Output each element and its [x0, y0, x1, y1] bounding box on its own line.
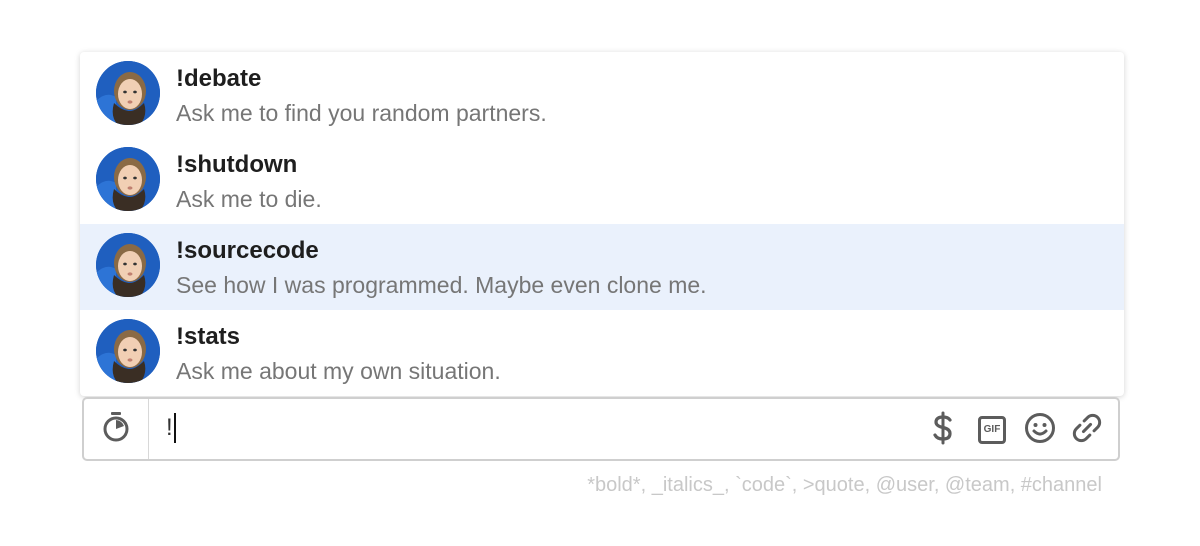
formatting-hint: *bold*, _italics_, `code`, >quote, @user…	[587, 474, 1102, 496]
bot-avatar	[96, 233, 160, 297]
message-input-value: !	[166, 414, 173, 441]
bot-avatar	[96, 61, 160, 125]
command-suggestion-sourcecode[interactable]: !sourcecode See how I was programmed. Ma…	[80, 224, 1124, 310]
command-description: Ask me to find you random partners.	[176, 100, 547, 126]
command-suggestions-popup: !debate Ask me to find you random partne…	[80, 52, 1124, 396]
emoji-button[interactable]	[1023, 412, 1057, 449]
gif-button[interactable]: GIF	[975, 413, 1009, 447]
gif-icon: GIF	[978, 416, 1006, 444]
emoji-icon	[1024, 412, 1056, 449]
stopwatch-icon	[101, 411, 131, 448]
command-name: !shutdown	[176, 151, 298, 178]
message-composer: ! GIF	[82, 397, 1120, 461]
command-name: !debate	[176, 65, 262, 92]
dollar-icon	[931, 411, 955, 450]
command-suggestion-debate[interactable]: !debate Ask me to find you random partne…	[80, 52, 1124, 138]
command-description: See how I was programmed. Maybe even clo…	[176, 272, 707, 298]
command-name: !sourcecode	[176, 237, 319, 264]
exploding-message-button[interactable]	[84, 399, 149, 459]
command-name: !stats	[176, 323, 241, 350]
attach-file-button[interactable]	[1070, 413, 1104, 447]
text-caret	[173, 413, 176, 443]
command-suggestion-stats[interactable]: !stats Ask me about my own situation.	[80, 310, 1124, 396]
message-input[interactable]: !	[166, 413, 176, 443]
bot-avatar	[96, 319, 160, 383]
command-description: Ask me to die.	[176, 186, 322, 212]
attachment-icon	[1071, 412, 1103, 449]
command-suggestion-shutdown[interactable]: !shutdown Ask me to die.	[80, 138, 1124, 224]
command-description: Ask me about my own situation.	[176, 358, 501, 384]
send-money-button[interactable]	[926, 411, 960, 450]
bot-avatar	[96, 147, 160, 211]
